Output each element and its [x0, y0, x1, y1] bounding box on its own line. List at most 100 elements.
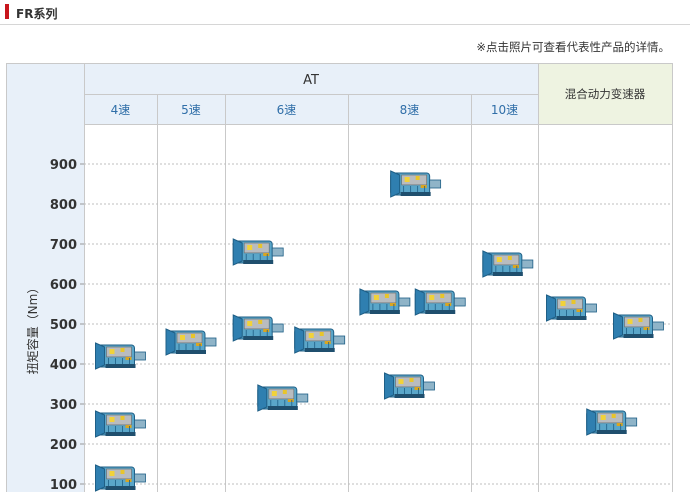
accent [420, 185, 427, 188]
oil-pan [492, 272, 523, 276]
accent [125, 425, 132, 428]
accent [611, 414, 616, 418]
accent [287, 399, 294, 402]
oil-pan [304, 348, 335, 352]
oil-pan [243, 336, 274, 340]
accent [643, 327, 650, 330]
bell-housing [586, 408, 597, 436]
y-tick-label: 700 [50, 238, 77, 253]
accent [282, 390, 287, 394]
tail-shaft [652, 321, 664, 331]
tail-shaft [429, 179, 442, 189]
column-header: 5速 [181, 103, 201, 117]
accent [247, 245, 253, 250]
oil-pan [105, 432, 136, 436]
y-tick-label: 600 [50, 278, 77, 293]
accent [109, 417, 115, 422]
accent [415, 176, 420, 180]
y-tick-label: 500 [50, 318, 77, 333]
accent [389, 303, 396, 306]
tail-shaft [134, 419, 146, 429]
bell-housing [165, 328, 176, 356]
torque-chart: AT 混合动力变速器 4速 5速 6速 8速 10速 100 200 300 400 500 600 70… [6, 63, 673, 492]
tail-shaft [134, 473, 146, 483]
accent [180, 335, 185, 340]
accent [600, 415, 606, 420]
accent [429, 295, 435, 300]
accent [319, 332, 324, 336]
column-header: 8速 [400, 103, 420, 117]
y-axis-label: 扭矩容量（Nm） [25, 282, 40, 375]
accent [263, 329, 270, 332]
y-tick-label: 900 [50, 158, 77, 173]
bell-housing [257, 384, 268, 412]
bell-housing [414, 288, 425, 316]
accent [445, 303, 452, 306]
oil-pan [105, 486, 136, 490]
tail-shaft [134, 351, 146, 361]
tail-shaft [271, 247, 284, 257]
accent [308, 333, 314, 338]
bell-housing [232, 238, 243, 266]
y-tick-label: 800 [50, 198, 77, 213]
accent [258, 244, 263, 248]
accent [109, 471, 115, 476]
accent [263, 253, 270, 256]
bell-housing [232, 314, 243, 342]
accent [191, 334, 195, 338]
tail-shaft [271, 323, 284, 333]
tail-shaft [521, 259, 534, 269]
oil-pan [394, 394, 425, 398]
column-header: 10速 [491, 103, 518, 117]
bell-housing [613, 312, 623, 340]
accent [120, 416, 125, 420]
accent [616, 423, 623, 426]
column-header: 4速 [111, 103, 131, 117]
accent [247, 321, 253, 326]
accent [384, 294, 389, 298]
tail-shaft [585, 303, 597, 313]
y-tick-label: 100 [50, 478, 77, 492]
accent [258, 320, 263, 324]
tail-shaft [204, 337, 217, 347]
bell-housing [359, 288, 370, 316]
column-header: 6速 [277, 103, 297, 117]
bell-housing [390, 170, 401, 198]
y-tick-label: 300 [50, 398, 77, 413]
accent [414, 387, 421, 390]
tail-shaft [453, 297, 466, 307]
oil-pan [623, 334, 654, 338]
accent [440, 294, 445, 298]
accent [271, 391, 277, 396]
oil-pan [105, 364, 136, 368]
oil-pan [243, 260, 274, 264]
accent [196, 343, 202, 346]
oil-pan [176, 350, 206, 354]
y-tick-label: 400 [50, 358, 77, 373]
bell-housing [482, 250, 493, 278]
tail-shaft [423, 381, 435, 391]
bell-housing [294, 326, 305, 354]
oil-pan [400, 192, 431, 196]
bell-housing [384, 372, 394, 400]
oil-pan [267, 406, 298, 410]
bell-housing [95, 464, 105, 492]
accent [560, 301, 566, 306]
accent [576, 309, 583, 312]
accent [109, 349, 115, 354]
accent [324, 341, 331, 344]
oil-pan [596, 430, 627, 434]
tail-shaft [625, 417, 638, 427]
group-header-at: AT [303, 73, 319, 88]
oil-pan [369, 310, 400, 314]
oil-pan [425, 310, 456, 314]
accent [398, 379, 404, 384]
accent [507, 256, 512, 260]
oil-pan [556, 316, 587, 320]
group-header-hybrid: 混合动力变速器 [565, 87, 646, 101]
accent [512, 265, 519, 268]
bell-housing [546, 294, 556, 322]
tail-shaft [398, 297, 411, 307]
bell-housing [95, 342, 105, 370]
accent [638, 318, 643, 322]
